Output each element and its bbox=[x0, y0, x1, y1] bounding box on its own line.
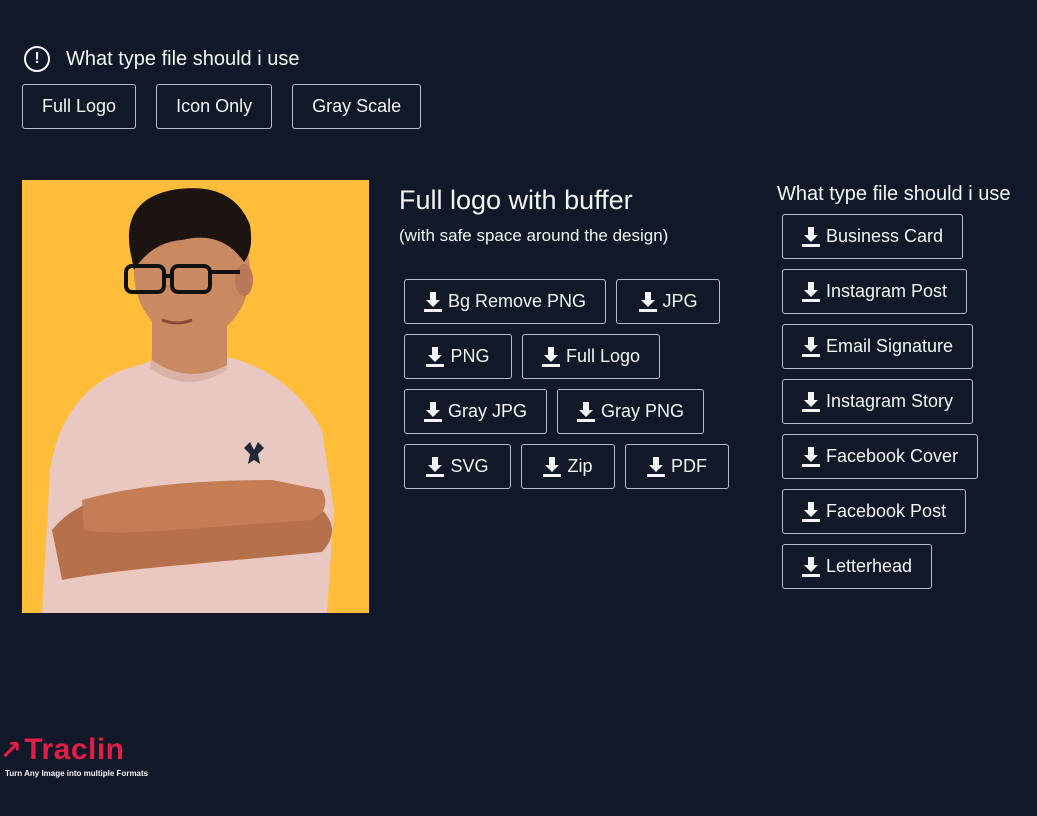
download-icon bbox=[802, 226, 820, 247]
button-label: Facebook Post bbox=[826, 501, 947, 521]
usage-title: What type file should i use bbox=[777, 183, 1011, 205]
download-icon bbox=[424, 401, 442, 422]
button-label: Bg Remove PNG bbox=[448, 291, 587, 311]
button-label: PNG bbox=[450, 346, 490, 366]
usage-download-list: Business Card Instagram Post Email Signa… bbox=[782, 214, 1010, 589]
button-label: Email Signature bbox=[826, 336, 954, 356]
download-icon bbox=[543, 456, 562, 477]
download-svg-button[interactable]: SVG bbox=[404, 444, 511, 489]
download-facebook-post-button[interactable]: Facebook Post bbox=[782, 489, 967, 534]
download-icon bbox=[426, 456, 445, 477]
full-logo-panel: Full logo with buffer (with safe space a… bbox=[399, 184, 739, 489]
download-buttons: Bg Remove PNG JPG PNG Full Logo Gray JPG… bbox=[399, 279, 739, 489]
download-facebook-cover-button[interactable]: Facebook Cover bbox=[782, 434, 979, 479]
download-bg-remove-png-button[interactable]: Bg Remove PNG bbox=[404, 279, 607, 324]
panel-subtitle: (with safe space around the design) bbox=[399, 226, 669, 245]
button-label: Instagram Story bbox=[826, 391, 954, 411]
brand-tagline: Turn Any Image into multiple Formats bbox=[5, 769, 149, 778]
download-letterhead-button[interactable]: Letterhead bbox=[782, 544, 933, 589]
brand-name: Traclin bbox=[24, 733, 125, 766]
download-gray-jpg-button[interactable]: Gray JPG bbox=[404, 389, 548, 434]
download-jpg-button[interactable]: JPG bbox=[616, 279, 721, 324]
button-label: JPG bbox=[662, 291, 698, 311]
page: ! What type file should i use Full Logo … bbox=[0, 0, 1037, 816]
download-icon bbox=[802, 501, 820, 522]
logo-type-tabs: Full Logo Icon Only Gray Scale bbox=[22, 84, 422, 129]
person-photo-illustration bbox=[42, 188, 334, 613]
download-icon bbox=[802, 336, 820, 357]
download-icon bbox=[638, 291, 657, 312]
button-label: Instagram Post bbox=[826, 281, 948, 301]
download-email-signature-button[interactable]: Email Signature bbox=[782, 324, 974, 369]
download-gray-png-button[interactable]: Gray PNG bbox=[557, 389, 705, 434]
header: ! What type file should i use bbox=[24, 46, 299, 72]
usage-panel: What type file should i use Business Car… bbox=[777, 182, 1010, 589]
download-icon bbox=[802, 391, 820, 412]
download-icon bbox=[647, 456, 665, 477]
download-icon bbox=[424, 291, 442, 312]
button-label: Letterhead bbox=[826, 556, 913, 576]
download-icon bbox=[802, 446, 820, 467]
button-label: Gray JPG bbox=[448, 401, 528, 421]
button-label: Full Logo bbox=[566, 346, 641, 366]
download-icon bbox=[802, 281, 820, 302]
download-icon bbox=[426, 346, 445, 367]
download-instagram-post-button[interactable]: Instagram Post bbox=[782, 269, 968, 314]
button-label: SVG bbox=[450, 456, 489, 476]
brand-logo[interactable]: ↗ Traclin Turn Any Image into multiple F… bbox=[0, 733, 148, 778]
exclamation-circle-icon: ! bbox=[24, 46, 50, 72]
download-icon bbox=[542, 346, 560, 367]
button-label: PDF bbox=[671, 456, 707, 476]
tab-icon-only[interactable]: Icon Only bbox=[156, 84, 273, 129]
download-instagram-story-button[interactable]: Instagram Story bbox=[782, 379, 974, 424]
download-pdf-button[interactable]: PDF bbox=[625, 444, 729, 489]
button-label: Zip bbox=[567, 456, 593, 476]
button-label: Facebook Cover bbox=[826, 446, 959, 466]
download-business-card-button[interactable]: Business Card bbox=[782, 214, 964, 259]
tab-full-logo[interactable]: Full Logo bbox=[22, 84, 137, 129]
button-label: Business Card bbox=[826, 226, 944, 246]
download-full-logo-button[interactable]: Full Logo bbox=[522, 334, 661, 379]
download-zip-button[interactable]: Zip bbox=[521, 444, 615, 489]
panel-title: Full logo with buffer bbox=[399, 185, 633, 215]
brand-mark-icon: ↗ bbox=[0, 734, 23, 765]
download-png-button[interactable]: PNG bbox=[404, 334, 512, 379]
download-icon bbox=[577, 401, 596, 422]
download-icon bbox=[802, 556, 820, 577]
tab-gray-scale[interactable]: Gray Scale bbox=[292, 84, 422, 129]
header-title: What type file should i use bbox=[66, 47, 300, 70]
button-label: Gray PNG bbox=[601, 401, 685, 421]
preview-image bbox=[22, 180, 369, 613]
